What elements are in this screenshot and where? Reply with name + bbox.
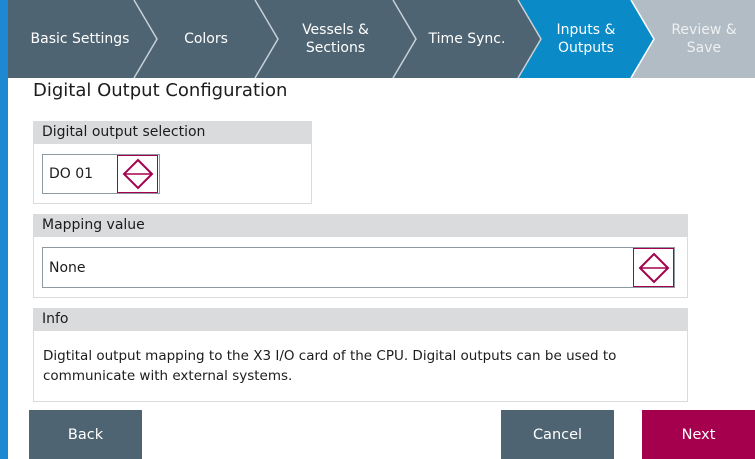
wizard-step-review-save[interactable]: Review & Save xyxy=(654,0,754,78)
digital-output-selection-header: Digital output selection xyxy=(33,121,312,144)
wizard-step-time-sync[interactable]: Time Sync. xyxy=(416,0,518,78)
mapping-value-text: None xyxy=(49,259,86,276)
wizard-progress-bar: Basic Settings Colors Vessels & Sections… xyxy=(8,0,755,78)
diamond-spinner-icon xyxy=(638,252,669,283)
wizard-step-basic-settings[interactable]: Basic Settings xyxy=(26,0,134,78)
mapping-value-select[interactable]: None xyxy=(42,247,675,288)
back-button[interactable]: Back xyxy=(29,410,142,459)
digital-output-spinner-button[interactable] xyxy=(117,155,158,193)
info-header: Info xyxy=(33,308,688,331)
wizard-step-inputs-outputs[interactable]: Inputs & Outputs xyxy=(541,0,631,78)
cancel-button[interactable]: Cancel xyxy=(501,410,614,459)
wizard-step-vessels-sections[interactable]: Vessels & Sections xyxy=(278,0,393,78)
next-button[interactable]: Next xyxy=(642,410,755,459)
info-text: Digtital output mapping to the X3 I/O ca… xyxy=(43,348,617,384)
page-title: Digital Output Configuration xyxy=(33,80,288,101)
digital-output-value: DO 01 xyxy=(49,166,94,182)
mapping-value-header: Mapping value xyxy=(33,214,688,237)
wizard-step-colors[interactable]: Colors xyxy=(157,0,255,78)
mapping-value-spinner-button[interactable] xyxy=(633,248,674,287)
diamond-spinner-icon xyxy=(122,158,153,190)
left-accent-strip xyxy=(0,0,8,459)
